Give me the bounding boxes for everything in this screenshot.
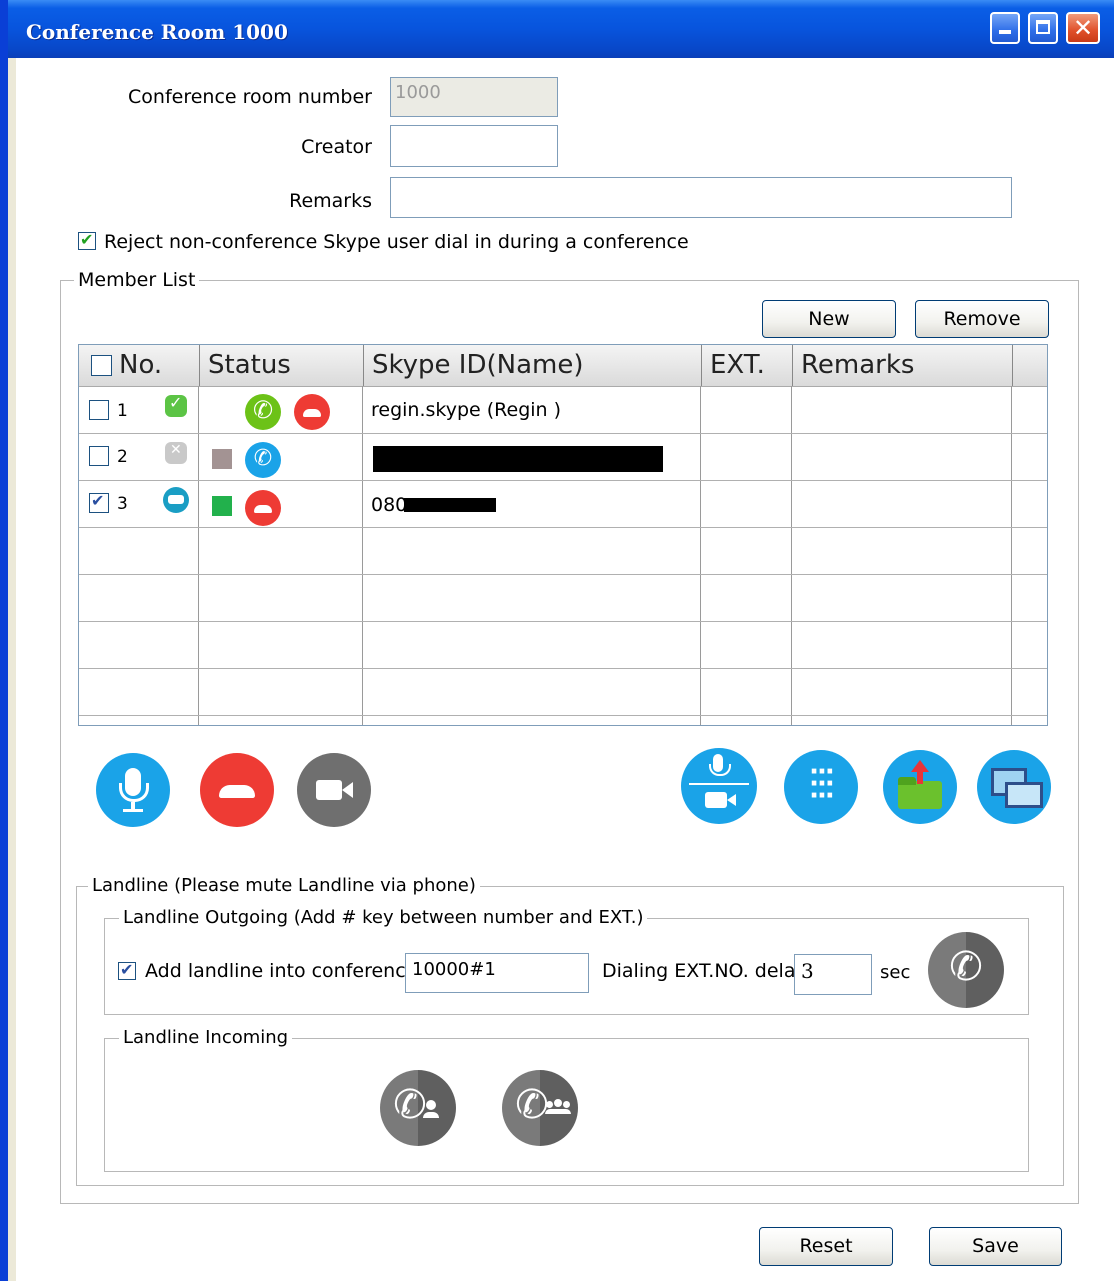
select-all-checkbox[interactable] [91, 355, 112, 376]
active-status-square [212, 496, 232, 516]
skype-id-cell: 080 [371, 494, 408, 516]
table-row[interactable]: 3 080 [79, 481, 1047, 528]
reject-label: Reject non-conference Skype user dial in… [104, 231, 689, 253]
reset-button[interactable]: Reset [759, 1227, 893, 1266]
column-header-filler [1012, 345, 1047, 386]
send-file-icon[interactable] [883, 750, 957, 824]
row-number: 3 [117, 494, 128, 514]
delay-input[interactable]: 3 [794, 954, 872, 995]
minimize-icon [999, 30, 1011, 34]
phone-status-icon [163, 487, 189, 513]
remove-button[interactable]: Remove [915, 300, 1049, 338]
incoming-single-icon[interactable]: ✆ [380, 1070, 456, 1146]
column-header-ext[interactable]: EXT. [701, 345, 792, 386]
hangup-icon[interactable] [294, 394, 330, 430]
offline-status-icon: ✕ [165, 442, 187, 464]
remarks-label: Remarks [289, 190, 372, 212]
end-call-icon[interactable] [200, 753, 274, 827]
save-button[interactable]: Save [929, 1227, 1062, 1266]
table-row[interactable] [79, 622, 1047, 669]
table-header: No. Status Skype ID(Name) EXT. Remarks [79, 345, 1047, 387]
answer-call-icon[interactable]: ✆ [245, 394, 281, 430]
online-status-icon: ✓ [165, 393, 187, 417]
window-title: Conference Room 1000 [26, 20, 288, 44]
microphone-icon[interactable] [96, 753, 170, 827]
row-number: 2 [117, 447, 128, 467]
table-row[interactable] [79, 669, 1047, 716]
member-table: No. Status Skype ID(Name) EXT. Remarks 1… [78, 344, 1048, 726]
title-bar[interactable]: Conference Room 1000 ✕ [8, 0, 1114, 58]
table-row[interactable]: 2 ✕ ✆ [79, 434, 1047, 481]
table-row[interactable] [79, 575, 1047, 622]
calling-icon[interactable]: ✆ [245, 442, 281, 478]
landline-number-input[interactable]: 10000#1 [405, 953, 589, 993]
member-list-legend: Member List [74, 269, 200, 291]
maximize-icon [1036, 20, 1050, 34]
landline-incoming-legend: Landline Incoming [119, 1027, 293, 1048]
row-checkbox[interactable] [89, 446, 109, 466]
new-button[interactable]: New [762, 300, 896, 338]
incoming-group-icon[interactable]: ✆ [502, 1070, 578, 1146]
redacted-skype-id [404, 498, 496, 512]
mic-video-icon[interactable] [681, 748, 757, 824]
video-camera-icon[interactable] [297, 753, 371, 827]
landline-outgoing-legend: Landline Outgoing (Add # key between num… [119, 907, 648, 928]
landline-dial-icon[interactable]: ✆ [928, 932, 1004, 1008]
creator-label: Creator [301, 136, 372, 158]
hangup-icon[interactable] [245, 490, 281, 526]
skype-id-cell: regin.skype (Regin ) [371, 399, 562, 421]
maximize-button[interactable] [1028, 12, 1058, 44]
creator-input[interactable] [390, 125, 558, 167]
delay-label: Dialing EXT.NO. delay [602, 960, 807, 982]
dialog-body: Conference room number 1000 Creator Rema… [16, 58, 1114, 1281]
row-checkbox[interactable] [89, 491, 109, 513]
sec-label: sec [880, 962, 911, 983]
column-header-remarks[interactable]: Remarks [792, 345, 1012, 386]
column-header-no[interactable]: No. [115, 345, 199, 386]
muted-status-square [212, 449, 232, 469]
screen-share-icon[interactable] [977, 750, 1051, 824]
table-row[interactable]: 1 ✓ ✆ regin.skype (Regin ) [79, 387, 1047, 434]
row-checkbox[interactable] [89, 400, 109, 420]
add-landline-checkbox[interactable] [118, 960, 136, 980]
column-header-status[interactable]: Status [199, 345, 363, 386]
dialpad-icon[interactable]: ··· ··· ··· [784, 750, 858, 824]
close-button[interactable]: ✕ [1066, 12, 1100, 44]
add-landline-label: Add landline into conference [145, 960, 418, 982]
redacted-skype-id [373, 446, 663, 472]
room-number-label: Conference room number [128, 86, 372, 108]
row-number: 1 [117, 401, 128, 421]
landline-legend: Landline (Please mute Landline via phone… [88, 875, 480, 896]
minimize-button[interactable] [990, 12, 1020, 44]
reject-checkbox[interactable] [78, 230, 96, 250]
remarks-input[interactable] [390, 177, 1012, 218]
conference-room-window: Conference Room 1000 ✕ Conference room n… [0, 0, 1114, 1281]
close-icon: ✕ [1073, 14, 1094, 42]
room-number-field: 1000 [390, 77, 558, 117]
column-header-skype-id[interactable]: Skype ID(Name) [363, 345, 701, 386]
table-row[interactable] [79, 528, 1047, 575]
